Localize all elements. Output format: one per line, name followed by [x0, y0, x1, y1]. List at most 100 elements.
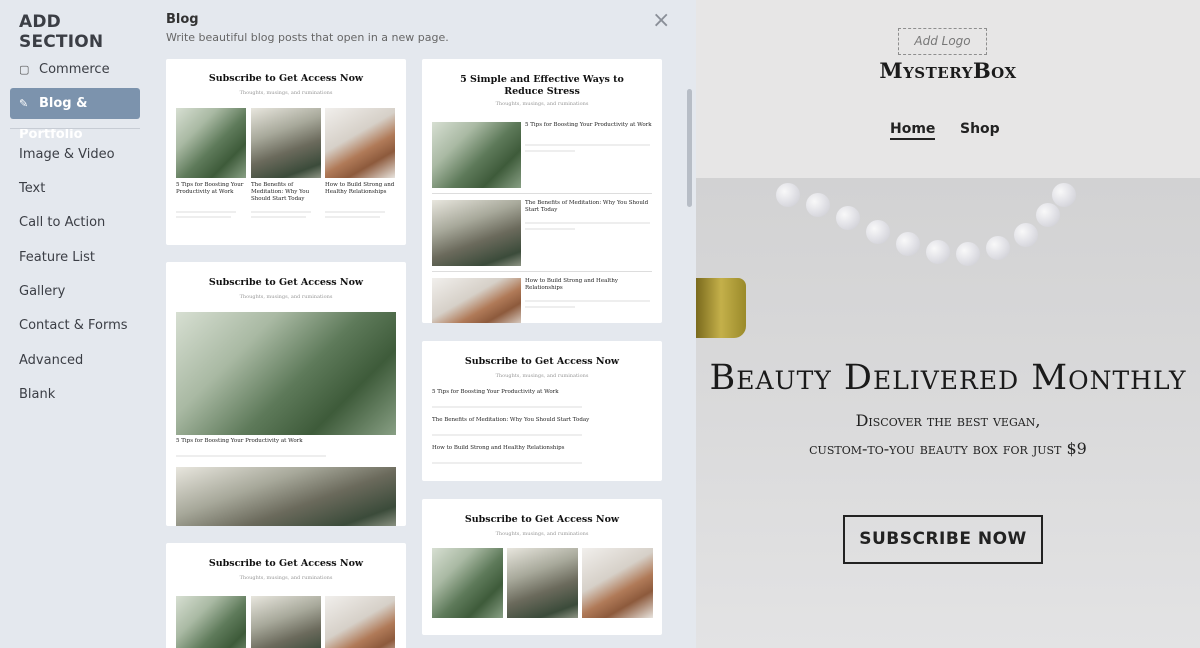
add-logo-placeholder[interactable]: Add Logo [898, 28, 987, 55]
card-subtitle: Thoughts, musings, and ruminations [239, 294, 333, 300]
template-card-list[interactable]: 5 Simple and Effective Ways to Reduce St… [422, 59, 662, 323]
card-title: Subscribe to Get Access Now [208, 73, 364, 84]
post-title: The Benefits of Meditation: Why You Shou… [525, 200, 649, 213]
post-image [432, 548, 503, 618]
hero-decoration [866, 220, 890, 244]
post-excerpt-line [525, 300, 650, 302]
edit-icon: ✎ [19, 97, 29, 110]
hero-decoration [956, 242, 980, 266]
template-card-text-list[interactable]: Subscribe to Get Access Now Thoughts, mu… [422, 341, 662, 481]
nav-shop[interactable]: Shop [960, 121, 1000, 137]
post-excerpt-line [525, 144, 650, 146]
card-subtitle: Thoughts, musings, and ruminations [239, 90, 333, 96]
card-subtitle: Thoughts, musings, and ruminations [495, 373, 589, 379]
sidebar-item-text[interactable]: Text [10, 173, 140, 204]
sidebar-item-blog-portfolio[interactable]: ✎ Blog & Portfolio [10, 88, 140, 142]
post-title: The Benefits of Meditation: Why You Shou… [432, 417, 590, 423]
post-image [176, 312, 396, 435]
hero-decoration [986, 236, 1010, 260]
post-image [251, 108, 321, 178]
sidebar-divider [10, 128, 140, 129]
post-image [432, 278, 521, 323]
post-excerpt-line [432, 462, 582, 464]
sidebar-title: ADD SECTION [19, 12, 104, 52]
sidebar-item-image-video[interactable]: Image & Video [10, 139, 140, 170]
card-title: Subscribe to Get Access Now [464, 356, 620, 367]
hero-decoration [926, 240, 950, 264]
sidebar-item-label: Commerce [39, 62, 110, 77]
post-image [582, 548, 653, 618]
hero-bottle-image [696, 278, 746, 338]
card-subtitle: Thoughts, musings, and ruminations [239, 575, 333, 581]
template-card-three-column[interactable]: Subscribe to Get Access Now Thoughts, mu… [166, 59, 406, 245]
post-title: 5 Tips for Boosting Your Productivity at… [176, 438, 303, 444]
post-image [176, 596, 246, 648]
post-image [251, 596, 321, 648]
sidebar-item-commerce[interactable]: ▢ Commerce [10, 54, 140, 85]
brand-name: MysteryBox [879, 58, 1017, 83]
post-title: 5 Tips for Boosting Your Productivity at… [432, 389, 559, 395]
card-subtitle: Thoughts, musings, and ruminations [495, 101, 589, 107]
template-card-three-column-alt[interactable]: Subscribe to Get Access Now Thoughts, mu… [166, 543, 406, 648]
card-title: Subscribe to Get Access Now [208, 277, 364, 288]
card-subtitle: Thoughts, musings, and ruminations [495, 531, 589, 537]
card-title: Subscribe to Get Access Now [208, 558, 364, 569]
close-icon[interactable]: × [652, 10, 670, 32]
post-excerpt-line [176, 211, 236, 213]
post-image [325, 596, 395, 648]
post-image [176, 467, 396, 526]
sidebar-item-feature-list[interactable]: Feature List [10, 242, 140, 273]
post-image [507, 548, 578, 618]
post-excerpt-line [325, 211, 385, 213]
post-excerpt-line [525, 306, 575, 308]
template-panel: Blog Write beautiful blog posts that ope… [150, 0, 696, 648]
post-title: How to Build Strong and Healthy Relation… [325, 182, 395, 195]
hero-title: Beauty Delivered Monthly [709, 358, 1187, 398]
post-image [432, 122, 521, 188]
post-excerpt-line [432, 434, 582, 436]
divider [432, 271, 652, 272]
hero-decoration [1036, 203, 1060, 227]
template-card-feature[interactable]: Subscribe to Get Access Now Thoughts, mu… [166, 262, 406, 526]
divider [432, 193, 652, 194]
post-image [325, 108, 395, 178]
hero-decoration [1052, 183, 1076, 207]
sidebar-item-gallery[interactable]: Gallery [10, 276, 140, 307]
sidebar-item-blank[interactable]: Blank [10, 379, 140, 410]
post-title: 5 Tips for Boosting Your Productivity at… [176, 182, 244, 195]
subscribe-now-button[interactable]: SUBSCRIBE NOW [843, 515, 1043, 564]
panel-scrollbar[interactable] [687, 89, 692, 207]
panel-subheading: Write beautiful blog posts that open in … [166, 31, 449, 44]
hero-decoration [896, 232, 920, 256]
hero-decoration [836, 206, 860, 230]
post-excerpt-line [525, 150, 575, 152]
shopping-bag-icon: ▢ [19, 63, 30, 76]
template-card-overlay[interactable]: Subscribe to Get Access Now Thoughts, mu… [422, 499, 662, 635]
post-title: How to Build Strong and Healthy Relation… [432, 445, 565, 451]
sidebar-item-call-to-action[interactable]: Call to Action [10, 207, 140, 238]
hero-subtitle-line1: Discover the best vegan, [855, 411, 1041, 430]
hero-decoration [1014, 223, 1038, 247]
post-image [432, 200, 521, 266]
nav-home[interactable]: Home [890, 121, 936, 140]
post-excerpt-line [251, 211, 311, 213]
hero-subtitle-line2: custom-to-you beauty box for just $9 [809, 439, 1087, 458]
hero-decoration [776, 183, 800, 207]
panel-heading: Blog [166, 12, 199, 27]
hero-section: Beauty Delivered Monthly Discover the be… [696, 178, 1200, 648]
post-excerpt-line [176, 216, 231, 218]
post-excerpt-line [525, 228, 575, 230]
sidebar-item-contact-forms[interactable]: Contact & Forms [10, 310, 140, 341]
post-excerpt-line [251, 216, 306, 218]
sidebar-item-advanced[interactable]: Advanced [10, 345, 140, 376]
site-preview: Add Logo MysteryBox Home Shop Beauty Del… [696, 0, 1200, 648]
add-section-sidebar: ADD SECTION ▢ Commerce ✎ Blog & Portfolio … [0, 0, 150, 648]
hero-decoration [806, 193, 830, 217]
post-image [176, 108, 246, 178]
post-title: 5 Tips for Boosting Your Productivity at… [525, 122, 652, 128]
card-title: Subscribe to Get Access Now [464, 514, 620, 525]
post-title: How to Build Strong and Healthy Relation… [525, 278, 618, 291]
post-title: The Benefits of Meditation: Why You Shou… [251, 182, 310, 202]
post-excerpt-line [325, 216, 380, 218]
card-title: 5 Simple and Effective Ways to Reduce St… [460, 74, 624, 97]
